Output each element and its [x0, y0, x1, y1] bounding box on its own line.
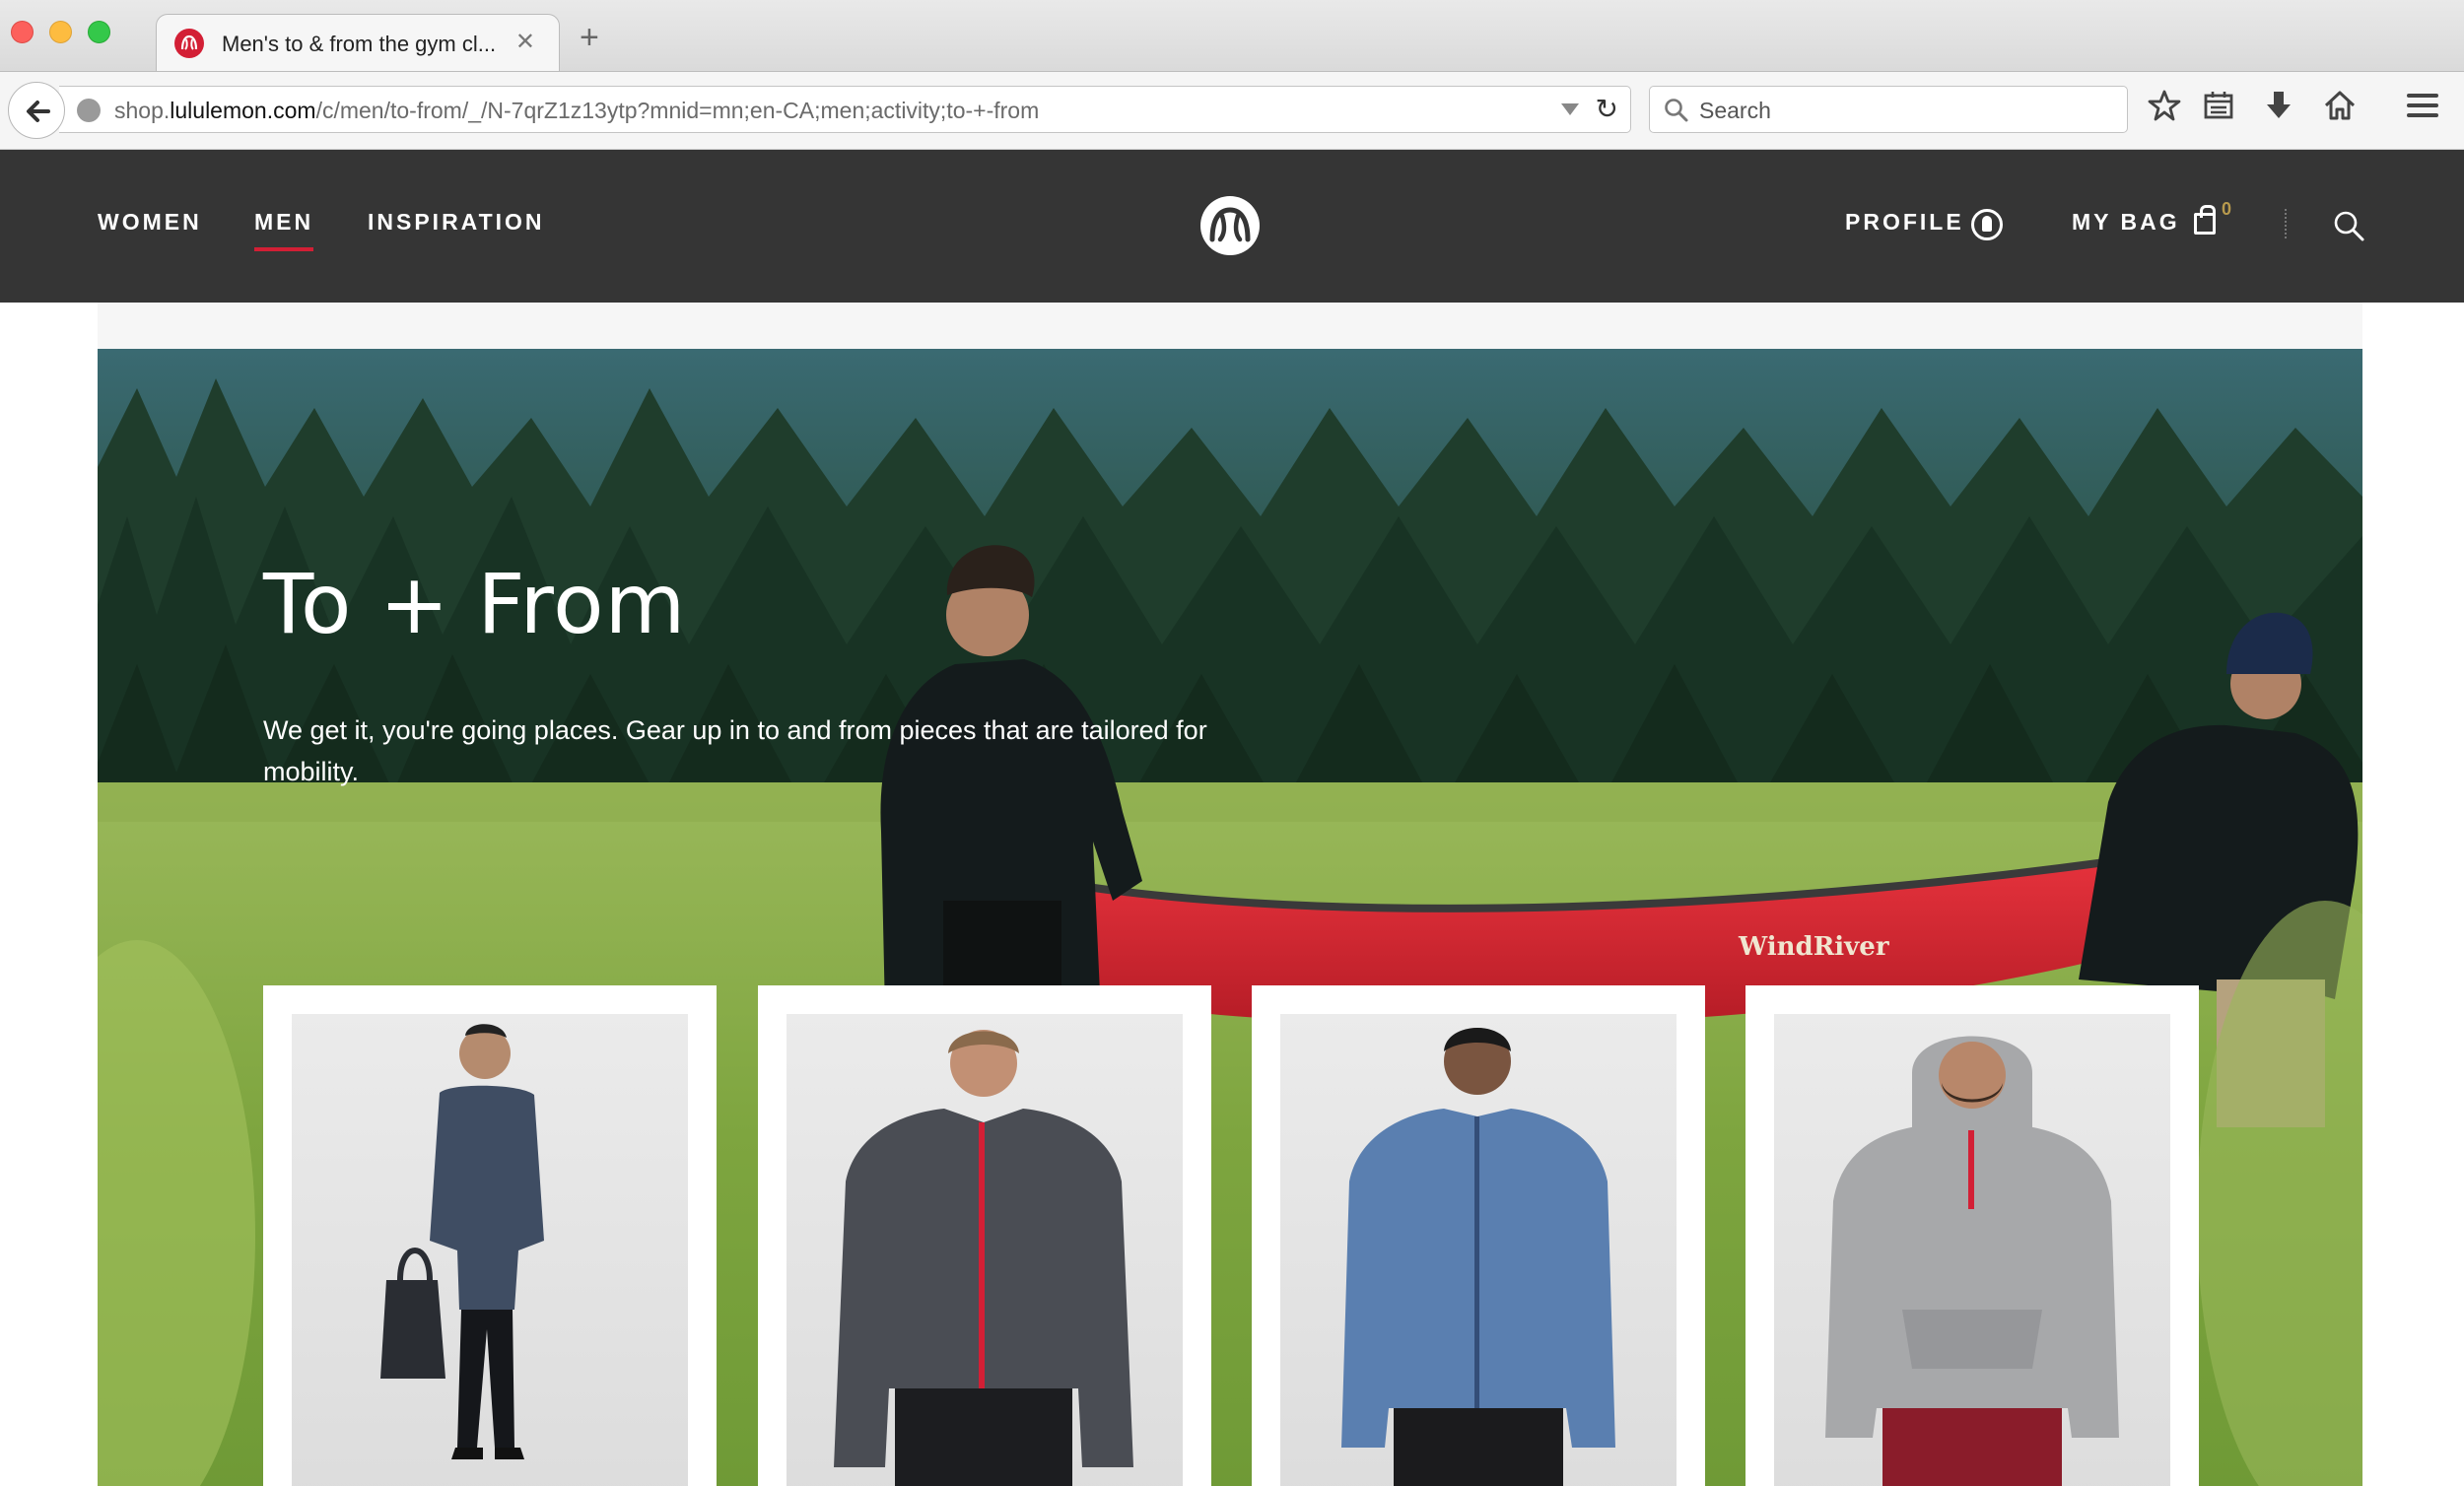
search-icon	[1665, 99, 1688, 122]
url-path: /c/men/to-from/_/N-7qrZ1z13ytp?mnid=mn;e…	[315, 98, 1040, 123]
back-arrow-icon	[27, 101, 50, 122]
url-host: lululemon.com	[170, 98, 316, 123]
hero-banner: WindRiver To + From We get it, you're go…	[98, 349, 2362, 1486]
url-history-dropdown-icon[interactable]	[1561, 103, 1579, 115]
hero-title: To + From	[263, 556, 687, 652]
hamburger-menu-icon[interactable]	[2405, 88, 2444, 127]
search-placeholder: Search	[1699, 98, 1771, 123]
product-card[interactable]	[1745, 985, 2199, 1486]
browser-tabstrip: Men's to & from the gym cl... ✕ +	[0, 0, 2464, 71]
browser-tab-active[interactable]: Men's to & from the gym cl... ✕	[156, 14, 560, 71]
product-bomber-jacket-image	[380, 1024, 544, 1459]
back-button[interactable]	[8, 82, 65, 139]
profile-icon[interactable]	[1971, 209, 2003, 240]
product-blue-track-jacket-image	[1341, 1028, 1615, 1486]
new-tab-button[interactable]: +	[580, 21, 599, 54]
tab-title: Men's to & from the gym cl...	[222, 32, 497, 56]
shopping-bag-icon[interactable]	[2194, 205, 2216, 235]
product-image[interactable]	[1280, 1014, 1677, 1486]
hero-subtitle: We get it, you're going places. Gear up …	[263, 715, 1207, 786]
product-image[interactable]	[292, 1014, 688, 1486]
product-grey-hoodie-image	[1825, 1036, 2119, 1486]
bookmark-star-icon[interactable]	[2147, 88, 2186, 127]
product-card[interactable]	[1252, 985, 1705, 1486]
tab-close-icon[interactable]: ✕	[515, 29, 535, 56]
nav-women[interactable]: WOMEN	[98, 209, 202, 236]
lululemon-logo[interactable]	[1200, 196, 1260, 255]
site-search-icon[interactable]	[2332, 209, 2367, 244]
browser-navbar: shop.lululemon.com/c/men/to-from/_/N-7qr…	[0, 71, 2464, 150]
product-card[interactable]	[263, 985, 717, 1486]
product-image[interactable]	[787, 1014, 1183, 1486]
minimize-window-button[interactable]	[49, 21, 72, 43]
my-bag-link[interactable]: MY BAG	[2072, 209, 2180, 236]
home-icon[interactable]	[2322, 88, 2361, 127]
site-header: WOMEN MEN INSPIRATION PROFILE MY BAG 0	[0, 150, 2464, 303]
bag-count-badge: 0	[2222, 199, 2232, 219]
header-divider	[2285, 209, 2287, 238]
url-text[interactable]: shop.lululemon.com/c/men/to-from/_/N-7qr…	[114, 98, 1039, 124]
close-window-button[interactable]	[11, 21, 34, 43]
canoe-brand-text: WindRiver	[1738, 932, 1889, 962]
downloads-icon[interactable]	[2261, 88, 2300, 127]
site-identity-icon[interactable]	[77, 99, 101, 122]
lululemon-favicon-icon	[174, 29, 204, 58]
product-grey-zip-jacket-image	[834, 1030, 1133, 1486]
browser-search-input[interactable]: Search	[1649, 86, 2128, 133]
zoom-window-button[interactable]	[88, 21, 110, 43]
nav-inspiration[interactable]: INSPIRATION	[368, 209, 545, 236]
product-image[interactable]	[1774, 1014, 2170, 1486]
product-card[interactable]	[758, 985, 1211, 1486]
nav-men[interactable]: MEN	[254, 209, 314, 251]
reload-icon[interactable]: ↻	[1596, 95, 1618, 124]
profile-link[interactable]: PROFILE	[1845, 209, 1964, 236]
reading-list-icon[interactable]	[2201, 88, 2240, 127]
address-bar[interactable]: shop.lululemon.com/c/men/to-from/_/N-7qr…	[59, 86, 1631, 133]
